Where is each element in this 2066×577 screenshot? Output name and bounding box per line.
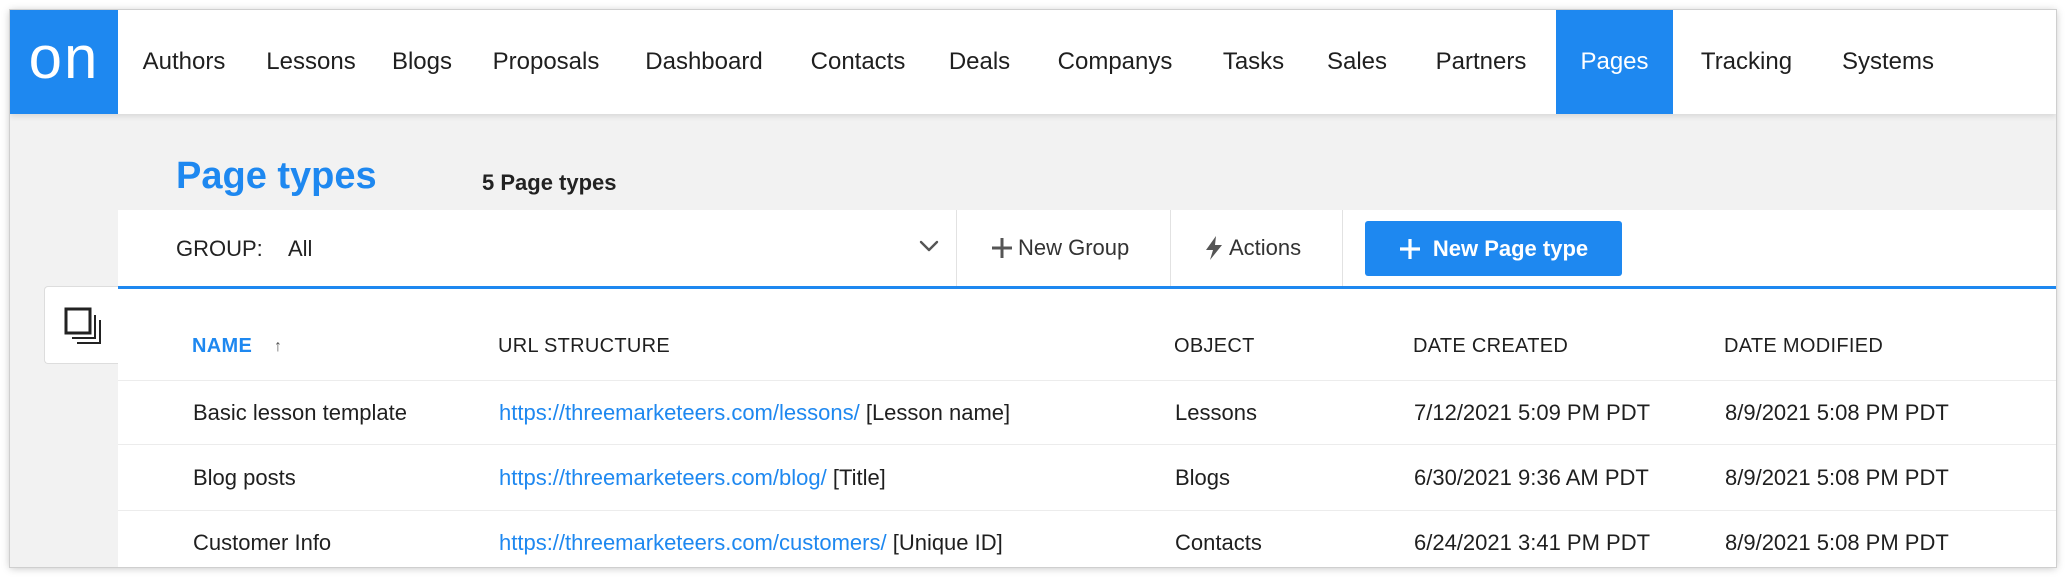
column-header-date-modified[interactable]: DATE MODIFIED: [1724, 335, 1883, 358]
cell-date-created: 7/12/2021 5:09 PM PDT: [1414, 400, 1651, 425]
cell-date-created: 6/30/2021 9:36 AM PDT: [1414, 465, 1649, 490]
plus-icon: [1399, 238, 1420, 259]
cell-object: Blogs: [1175, 465, 1231, 490]
cell-url-structure: https://threemarketeers.com/customers/ […: [499, 530, 1003, 556]
nav-item-lessons[interactable]: Lessons: [250, 10, 372, 114]
side-panel-toggle[interactable]: [44, 286, 119, 364]
group-filter-select[interactable]: All: [288, 236, 312, 262]
row-divider: [118, 444, 2056, 445]
cell-date-modified: 8/9/2021 5:08 PM PDT: [1725, 530, 1949, 555]
toolbar-divider: [956, 210, 957, 286]
column-header-object[interactable]: OBJECT: [1174, 335, 1255, 358]
cell-name[interactable]: Customer Info: [193, 530, 331, 556]
cell-name[interactable]: Blog posts: [193, 465, 296, 491]
nav-item-contacts[interactable]: Contacts: [788, 10, 928, 114]
column-header-url-structure[interactable]: URL STRUCTURE: [498, 335, 670, 358]
url-link[interactable]: https://threemarketeers.com/blog/: [499, 465, 827, 490]
top-navigation: on Authors Lessons Blogs Proposals Dashb…: [10, 10, 2056, 114]
sort-ascending-icon: ↑: [274, 338, 282, 355]
nav-item-blogs[interactable]: Blogs: [372, 10, 472, 114]
cell-url-structure: https://threemarketeers.com/lessons/ [Le…: [499, 400, 1010, 426]
cell-object: Lessons: [1175, 400, 1257, 425]
cell-name[interactable]: Basic lesson template: [193, 400, 407, 426]
cell-object: Contacts: [1175, 530, 1262, 555]
cell-date-modified: 8/9/2021 5:08 PM PDT: [1725, 465, 1949, 490]
column-header-date-created[interactable]: DATE CREATED: [1413, 335, 1568, 358]
new-group-label: New Group: [1018, 235, 1130, 260]
url-link[interactable]: https://threemarketeers.com/lessons/: [499, 400, 860, 425]
actions-label: Actions: [1229, 235, 1302, 260]
nav-item-tasks[interactable]: Tasks: [1199, 10, 1308, 114]
new-page-type-button[interactable]: New Page type: [1365, 221, 1622, 276]
toolbar: GROUP: All New Group Actions New Page ty…: [118, 210, 2056, 289]
chevron-down-icon[interactable]: [918, 238, 940, 254]
nav-item-authors[interactable]: Authors: [118, 10, 250, 114]
app-logo[interactable]: on: [10, 10, 118, 114]
url-suffix: [Title]: [832, 465, 886, 490]
page-title: Page types: [176, 155, 377, 197]
toolbar-divider: [1170, 210, 1171, 286]
cell-url-structure: https://threemarketeers.com/blog/ [Title…: [499, 465, 886, 491]
nav-item-dashboard[interactable]: Dashboard: [620, 10, 788, 114]
actions-button[interactable]: Actions: [1203, 210, 1301, 286]
row-divider: [118, 510, 2056, 511]
cell-date-created: 6/24/2021 3:41 PM PDT: [1414, 530, 1651, 555]
nav-item-deals[interactable]: Deals: [928, 10, 1031, 114]
nav-item-sales[interactable]: Sales: [1308, 10, 1406, 114]
app-window: on Authors Lessons Blogs Proposals Dashb…: [10, 10, 2056, 567]
page-types-panel: GROUP: All New Group Actions New Page ty…: [118, 210, 2056, 567]
new-group-button[interactable]: New Group: [990, 210, 1129, 286]
nav-item-systems[interactable]: Systems: [1820, 10, 1956, 114]
plus-icon: [992, 238, 1012, 258]
url-link[interactable]: https://threemarketeers.com/customers/: [499, 530, 887, 555]
nav-item-pages[interactable]: Pages: [1556, 10, 1673, 114]
page-type-count: 5 Page types: [482, 170, 617, 195]
nav-item-proposals[interactable]: Proposals: [472, 10, 620, 114]
url-suffix: [Lesson name]: [865, 400, 1011, 425]
toolbar-divider: [1342, 210, 1343, 286]
nav-item-partners[interactable]: Partners: [1406, 10, 1556, 114]
new-page-type-label: New Page type: [1432, 235, 1589, 261]
layers-icon: [64, 307, 101, 344]
column-header-name[interactable]: NAME: [192, 335, 252, 358]
row-divider: [118, 380, 2056, 381]
url-suffix: [Unique ID]: [892, 530, 1003, 555]
group-filter-label: GROUP:: [176, 236, 263, 261]
cell-date-modified: 8/9/2021 5:08 PM PDT: [1725, 400, 1949, 425]
lightning-icon: [1206, 236, 1222, 260]
nav-item-companys[interactable]: Companys: [1031, 10, 1199, 114]
nav-item-tracking[interactable]: Tracking: [1673, 10, 1820, 114]
